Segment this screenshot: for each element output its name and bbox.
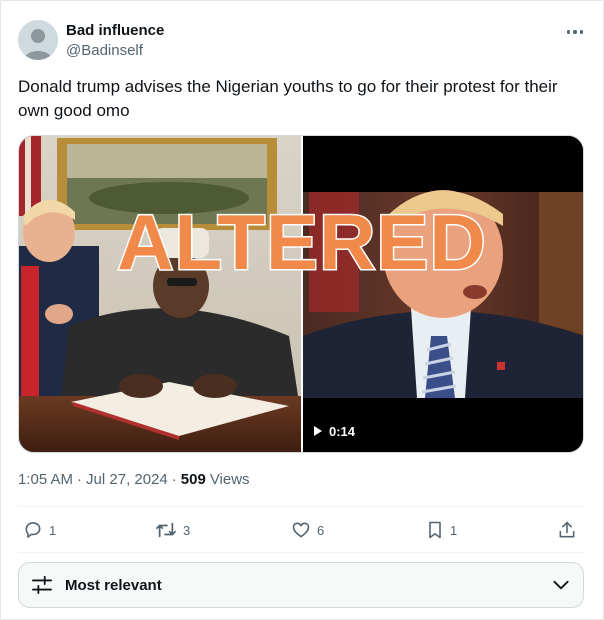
reply-button[interactable]: 1 [23, 519, 56, 541]
reply-count: 1 [49, 522, 57, 538]
reply-icon [25, 522, 41, 538]
play-icon [314, 426, 322, 436]
divider [18, 506, 584, 507]
tweet-media[interactable]: ALTERED [18, 135, 584, 453]
more-icon[interactable] [563, 22, 587, 42]
share-icon [559, 521, 575, 538]
avatar[interactable] [18, 20, 58, 60]
video-frame [303, 136, 583, 452]
like-button[interactable]: 6 [291, 519, 324, 541]
altered-overlay: ALTERED [117, 198, 487, 286]
tweet-text: Donald trump advises the Nigerian youths… [18, 77, 558, 120]
bookmark-icon [429, 521, 441, 539]
views-count: 509 [180, 471, 206, 488]
tweet-date[interactable]: Jul 27, 2024 [86, 471, 168, 488]
like-icon [292, 522, 310, 538]
repost-count: 3 [183, 522, 191, 538]
share-button[interactable] [557, 519, 577, 541]
repost-button[interactable]: 3 [155, 519, 190, 541]
left-photo [19, 136, 301, 452]
display-name[interactable]: Bad influence [66, 22, 164, 39]
bookmark-count: 1 [450, 522, 458, 538]
user-handle[interactable]: @Badinself [66, 42, 143, 59]
chevron-down-icon [553, 580, 569, 590]
bookmark-button[interactable]: 1 [426, 519, 457, 541]
meta-separator: · [171, 471, 177, 488]
sort-label: Most relevant [65, 576, 162, 594]
filter-icon [31, 575, 52, 595]
like-count: 6 [317, 522, 325, 538]
divider [18, 552, 584, 553]
video-duration: 0:14 [329, 423, 356, 439]
tweet-meta: 1:05 AM · Jul 27, 2024 · 509 Views [18, 471, 250, 488]
tweet-time[interactable]: 1:05 AM [18, 471, 73, 488]
tweet-card: Bad influence @Badinself Donald trump ad… [0, 0, 604, 620]
video-duration-badge: 0:14 [314, 421, 355, 441]
reply-sort-dropdown[interactable]: Most relevant [18, 562, 584, 608]
meta-separator: · [77, 471, 83, 488]
views-label: Views [209, 471, 250, 488]
repost-icon [156, 522, 176, 538]
